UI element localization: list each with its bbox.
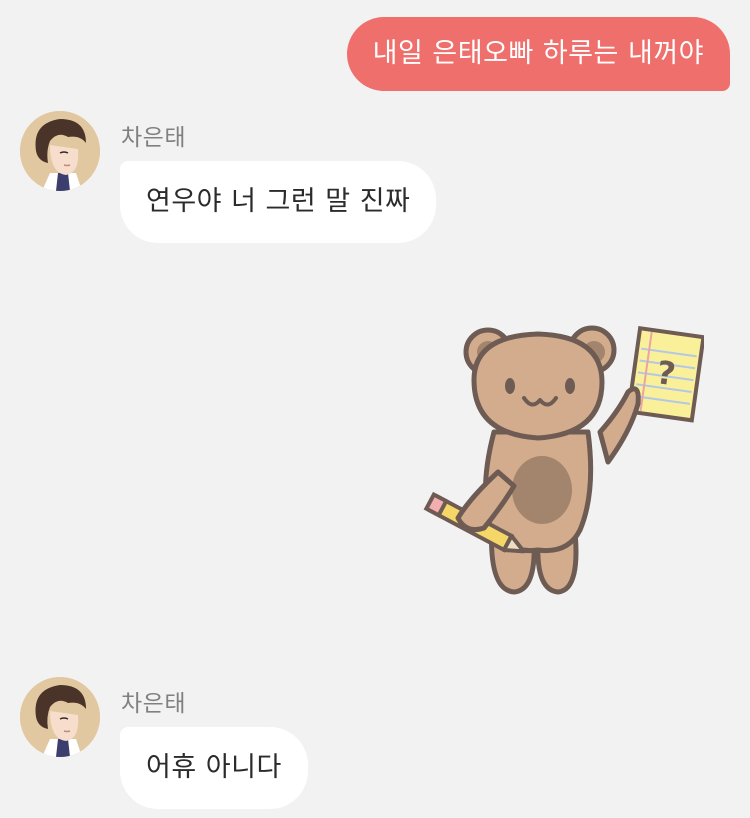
outgoing-message-bubble[interactable]: 내일 은태오빠 하루는 내꺼야 xyxy=(346,17,730,91)
incoming-message-bubble[interactable]: 연우야 너 그런 말 진짜 xyxy=(120,161,437,243)
avatar-portrait-icon xyxy=(20,111,100,191)
sender-name: 차은태 xyxy=(121,125,186,151)
sender-name: 차은태 xyxy=(121,691,186,717)
bear-holding-question-note-sticker[interactable]: ? xyxy=(418,322,706,598)
incoming-message-bubble[interactable]: 어휴 아니다 xyxy=(120,727,308,809)
sender-avatar[interactable] xyxy=(20,111,100,191)
sender-avatar[interactable] xyxy=(20,677,100,757)
avatar-portrait-icon xyxy=(20,677,100,757)
